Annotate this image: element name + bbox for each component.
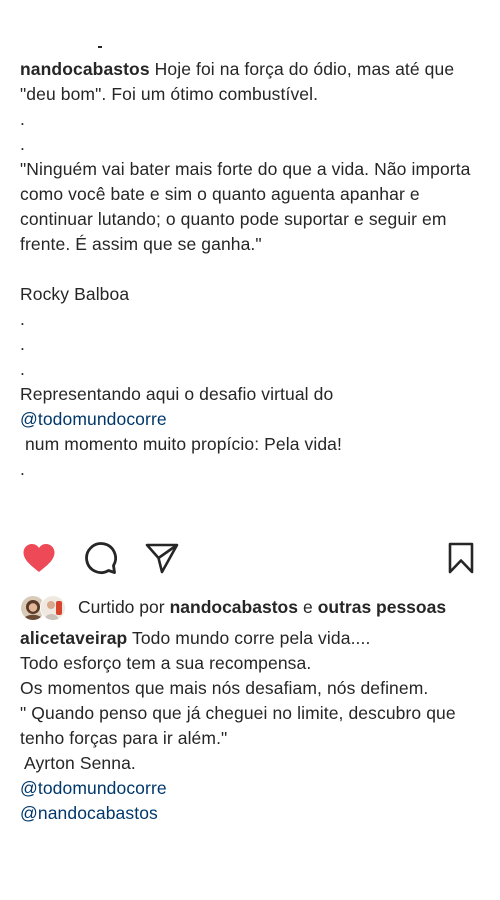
comment-mention-link[interactable]: @nandocabastos — [20, 801, 485, 826]
caption-first-line: nandocabastos Hoje foi na força do ódio,… — [20, 57, 485, 107]
comment-text: Todo mundo corre pela vida.... — [132, 628, 371, 648]
share-button[interactable] — [142, 535, 182, 581]
scroll-fragment — [98, 46, 102, 48]
caption-line: . — [20, 309, 25, 329]
caption-mention-link[interactable]: @todomundocorre — [20, 407, 485, 432]
caption-line: Rocky Balboa — [20, 284, 130, 304]
person-avatar-icon — [41, 596, 65, 620]
comment-bubble-icon — [85, 542, 117, 574]
comment: alicetaveirap Todo mundo corre pela vida… — [20, 626, 485, 826]
caption-line: Representando aqui o desafio virtual do — [20, 384, 334, 404]
comment-mention-link[interactable]: @todomundocorre — [20, 776, 485, 801]
post-action-bar — [0, 535, 500, 581]
liked-by-others[interactable]: outras pessoas — [318, 597, 446, 618]
heart-filled-icon — [23, 544, 55, 572]
comment-quote: " Quando penso que já cheguei no limite,… — [20, 703, 456, 748]
avatar[interactable] — [40, 595, 66, 621]
paper-plane-icon — [145, 543, 179, 574]
caption-line: . — [20, 334, 25, 354]
comment-line: Todo esforço tem a sua recompensa. — [20, 653, 312, 673]
caption-line: . — [20, 459, 25, 479]
comment-line: Os momentos que mais nós desafiam, nós d… — [20, 678, 429, 698]
bookmark-icon — [448, 542, 474, 574]
liked-by-username[interactable]: nandocabastos — [170, 597, 298, 618]
liked-by-prefix: Curtido por — [78, 596, 165, 617]
likes-summary: Curtido por nandocabastos e outras pesso… — [20, 593, 446, 621]
caption-author-username[interactable]: nandocabastos — [20, 59, 150, 79]
comment-author-username[interactable]: alicetaveirap — [20, 628, 127, 648]
caption-line: num momento muito propício: Pela vida! — [20, 434, 342, 454]
caption-line: . — [20, 109, 25, 129]
liker-avatars — [20, 594, 72, 621]
comment-button[interactable] — [80, 535, 120, 581]
liked-by-connector: e — [302, 596, 313, 617]
like-button[interactable] — [19, 535, 59, 581]
comment-line: Ayrton Senna. — [20, 753, 136, 773]
save-button[interactable] — [441, 535, 481, 581]
caption-line: . — [20, 359, 25, 379]
comment-first-line: alicetaveirap Todo mundo corre pela vida… — [20, 626, 485, 651]
post-caption: nandocabastos Hoje foi na força do ódio,… — [20, 57, 485, 482]
caption-quote: "Ninguém vai bater mais forte do que a v… — [20, 159, 471, 254]
caption-line: . — [20, 134, 25, 154]
